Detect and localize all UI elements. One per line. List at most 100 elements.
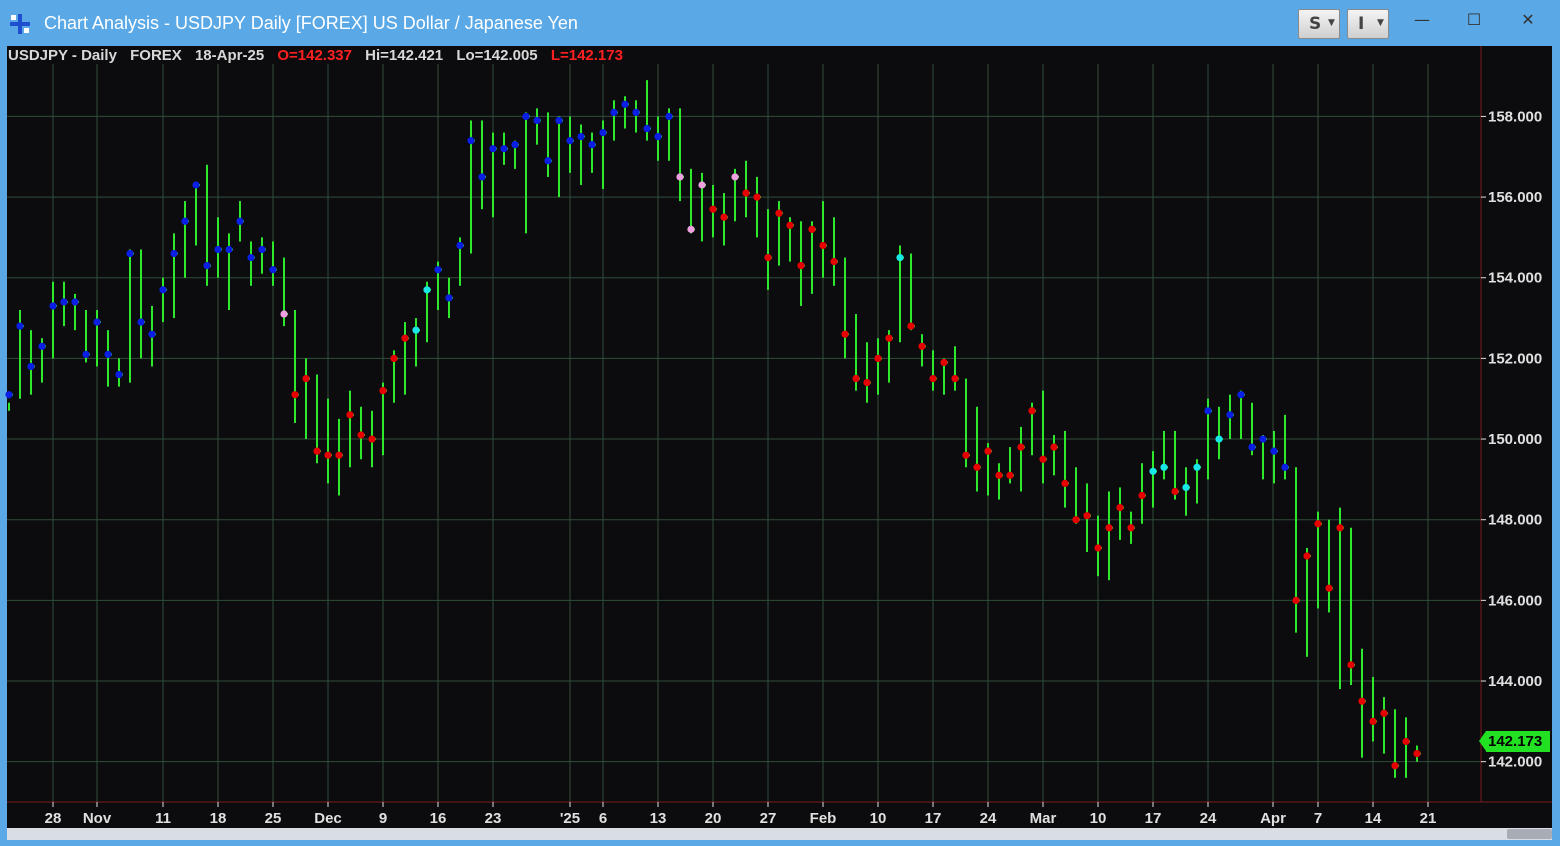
close-dot [720, 213, 728, 221]
close-dot [588, 141, 596, 149]
close-dot [269, 266, 277, 274]
x-tick-label: Dec [314, 810, 342, 827]
close-dot [1105, 524, 1113, 532]
scrollbar-thumb[interactable] [1507, 829, 1552, 839]
close-dot [258, 245, 266, 254]
y-tick-label: 154.000 [1488, 270, 1542, 287]
y-tick-label: 158.000 [1488, 108, 1542, 125]
close-dot [874, 354, 882, 362]
close-dot [1072, 516, 1080, 524]
x-tick-label: 9 [379, 810, 387, 827]
close-dot [1281, 463, 1289, 471]
close-dot [1347, 661, 1355, 669]
close-dot [1127, 524, 1135, 532]
close-dot [148, 330, 156, 338]
close-dot [742, 189, 750, 197]
close-dot [1336, 524, 1344, 532]
close-dot [1237, 391, 1245, 399]
close-dot [1094, 544, 1102, 552]
close-dot [159, 286, 167, 294]
close-dot [236, 217, 244, 225]
close-dot [313, 447, 321, 455]
close-dot [1204, 407, 1212, 415]
close-dot [1259, 435, 1267, 443]
y-tick-label: 150.000 [1488, 431, 1542, 448]
close-dot [434, 266, 442, 274]
chart-analysis-window: Chart Analysis - USDJPY Daily [FOREX] US… [0, 0, 1560, 846]
close-dot [841, 330, 849, 338]
close-dot [797, 262, 805, 270]
close-dot [775, 209, 783, 217]
high-value: Hi=142.421 [365, 47, 444, 64]
close-dot [918, 342, 926, 350]
close-dot [324, 451, 332, 459]
close-dot [1171, 487, 1179, 496]
close-dot [731, 173, 739, 181]
close-dot [214, 245, 222, 254]
close-dot [71, 298, 79, 306]
close-dot [1325, 584, 1333, 592]
symbol-label: USDJPY - Daily [8, 47, 117, 64]
x-tick-label: 14 [1365, 810, 1382, 827]
close-dot [1215, 435, 1223, 443]
close-dot [940, 358, 948, 367]
x-tick-label: 24 [1200, 810, 1217, 827]
y-tick-label: 152.000 [1488, 350, 1542, 367]
close-dot [1226, 411, 1234, 419]
close-dot [5, 391, 13, 399]
close-dot [291, 391, 299, 399]
x-tick-label: 18 [210, 810, 227, 827]
x-tick-label: 23 [485, 810, 502, 827]
x-tick-label: 11 [155, 810, 171, 827]
close-dot [962, 451, 970, 459]
close-dot [1083, 512, 1091, 520]
close-dot [1050, 443, 1058, 451]
close-dot [533, 116, 541, 125]
close-dot [445, 294, 453, 302]
price-chart[interactable]: 158.000 156.000 154.000 152.000 150.000 148.0… [0, 0, 1560, 846]
close-dot [1402, 737, 1410, 746]
close-dot [379, 387, 387, 395]
close-dot [643, 124, 651, 133]
close-dot [27, 362, 35, 371]
close-dot [764, 253, 772, 262]
x-tick-label: 17 [925, 810, 942, 827]
close-dot [1193, 463, 1201, 471]
x-tick-label: 17 [1145, 810, 1162, 827]
x-tick-label: 6 [599, 810, 607, 827]
close-dot [203, 262, 211, 270]
close-dot [489, 145, 497, 153]
close-dot [698, 181, 706, 189]
close-dot [423, 286, 431, 294]
close-dot [1303, 552, 1311, 560]
close-dot [1248, 443, 1256, 451]
close-dot [1028, 407, 1036, 415]
close-dot [599, 128, 607, 137]
close-dot [1116, 504, 1124, 512]
close-dot [335, 451, 343, 459]
close-dot [456, 241, 464, 250]
close-dot [82, 350, 90, 358]
y-tick-label: 142.000 [1488, 754, 1542, 771]
y-tick-label: 144.000 [1488, 673, 1542, 690]
horizontal-scrollbar[interactable] [7, 828, 1552, 840]
close-dot [896, 253, 904, 262]
close-dot [368, 435, 376, 443]
y-tick-label: 148.000 [1488, 512, 1542, 529]
close-dot [687, 225, 695, 233]
close-dot [181, 217, 189, 225]
close-dot [511, 141, 519, 149]
low-value: Lo=142.005 [456, 47, 538, 64]
close-dot [1006, 471, 1014, 479]
x-tick-label: Mar [1030, 810, 1057, 827]
y-tick-label: 146.000 [1488, 592, 1542, 609]
x-tick-label: 10 [870, 810, 887, 827]
close-dot [632, 108, 640, 116]
data-line: USDJPY - Daily FOREX 18-Apr-25 O=142.337… [8, 47, 632, 64]
close-dot [16, 322, 24, 330]
close-dot [973, 463, 981, 471]
close-dot [566, 137, 574, 145]
close-dot [104, 350, 112, 358]
close-dot [412, 326, 420, 334]
close-dot [522, 112, 530, 121]
